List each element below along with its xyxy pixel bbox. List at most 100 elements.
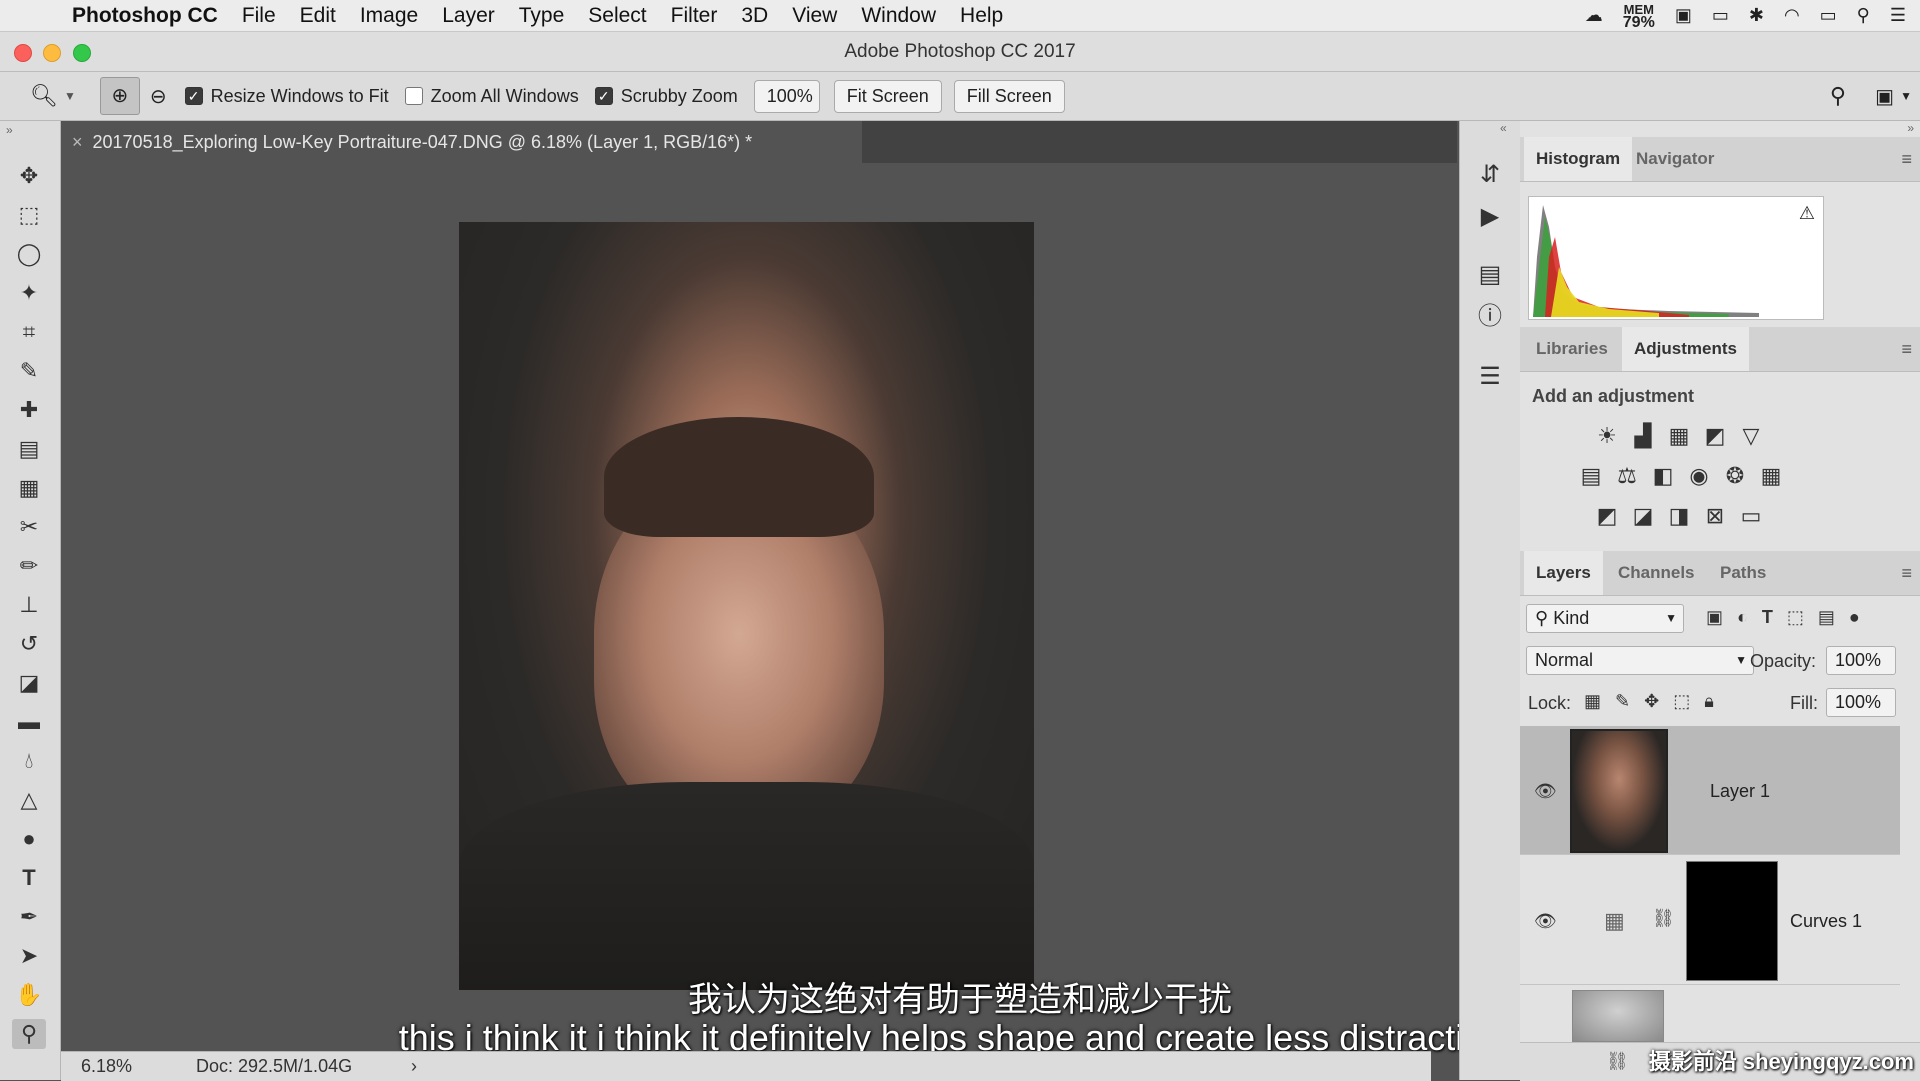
zoom-level-field[interactable]: 6.18% — [81, 1056, 132, 1077]
resize-windows-checkbox[interactable]: ✓ — [184, 87, 203, 105]
menu-3d[interactable]: 3D — [741, 4, 768, 28]
histogram-panel-menu-icon[interactable]: ≡ — [1901, 149, 1912, 170]
bluetooth-icon[interactable]: ✱ — [1749, 5, 1764, 26]
blur-tool-icon[interactable]: 💧︎ — [12, 746, 46, 776]
portrait-photo[interactable] — [459, 222, 1034, 990]
properties-panel-icon[interactable]: ▤ — [1474, 259, 1506, 291]
brightness-contrast-icon[interactable]: ☀ — [1594, 423, 1620, 449]
magic-wand-tool-icon[interactable]: ✦ — [12, 278, 46, 308]
layer-row-layer1[interactable]: 👁︎ Layer 1 — [1520, 726, 1900, 855]
layer-mask-thumbnail[interactable] — [1686, 861, 1778, 981]
document-tab[interactable]: × 20170518_Exploring Low-Key Portraiture… — [62, 121, 862, 163]
lock-artboard-icon[interactable]: ⬚ — [1673, 691, 1690, 712]
lasso-tool-icon[interactable]: ◯ — [12, 239, 46, 269]
close-document-icon[interactable]: × — [72, 132, 83, 153]
frame-tool-icon[interactable]: ▦ — [12, 473, 46, 503]
tab-channels[interactable]: Channels — [1606, 551, 1707, 595]
menu-layer[interactable]: Layer — [442, 4, 495, 28]
selective-color-icon[interactable]: ⊠ — [1702, 503, 1728, 529]
threshold-icon[interactable]: ◨ — [1666, 503, 1692, 529]
lock-transparent-icon[interactable]: ▦ — [1584, 691, 1601, 712]
document-size-info[interactable]: Doc: 292.5M/1.04G — [196, 1056, 352, 1077]
menu-app-name[interactable]: Photoshop CC — [72, 4, 218, 28]
layers-panel-menu-icon[interactable]: ≡ — [1901, 563, 1912, 584]
gradient-tool-icon[interactable]: ▬ — [12, 707, 46, 737]
zoom-all-windows-checkbox[interactable] — [404, 87, 423, 105]
menu-filter[interactable]: Filter — [671, 4, 718, 28]
disk-icon[interactable]: ▣ — [1675, 5, 1692, 26]
dodge-tool-icon[interactable]: ● — [12, 824, 46, 854]
layer-row-curves1[interactable]: 👁︎ ▦ ⛓ Curves 1 — [1520, 856, 1900, 985]
fit-screen-button[interactable]: Fit Screen — [833, 79, 942, 113]
fill-screen-button[interactable]: Fill Screen — [953, 79, 1065, 113]
path-selection-tool-icon[interactable]: ➤ — [12, 941, 46, 971]
move-tool-icon[interactable]: ✥ — [12, 161, 46, 191]
tab-paths[interactable]: Paths — [1708, 551, 1778, 595]
dock-collapse-icon[interactable]: « — [1500, 121, 1507, 135]
workspace-chevron-icon[interactable]: ▼ — [1900, 89, 1912, 103]
link-layers-icon[interactable]: ⛓ — [1606, 1051, 1629, 1072]
history-brush-tool-icon[interactable]: ↺ — [12, 629, 46, 659]
gradient-map-icon[interactable]: ▭ — [1738, 503, 1764, 529]
invert-icon[interactable]: ◩ — [1594, 503, 1620, 529]
filter-shape-icon[interactable]: ⬚ — [1787, 607, 1804, 628]
eraser-tool-icon[interactable]: ◪ — [12, 668, 46, 698]
eyedropper-tool-icon[interactable]: ✎ — [12, 356, 46, 386]
exposure-icon[interactable]: ◩ — [1702, 423, 1728, 449]
tab-adjustments[interactable]: Adjustments — [1622, 327, 1749, 371]
zoom-tool-preset-icon[interactable]: 🔍︎ — [30, 83, 58, 109]
adjustments-panel-menu-icon[interactable]: ≡ — [1901, 339, 1912, 360]
search-icon[interactable]: ⚲ — [1830, 83, 1846, 109]
menu-help[interactable]: Help — [960, 4, 1003, 28]
panels-collapse-icon[interactable]: » — [1907, 121, 1914, 135]
tab-libraries[interactable]: Libraries — [1524, 327, 1620, 371]
layer-name[interactable]: Layer 1 — [1710, 781, 1770, 802]
blend-mode-select[interactable]: Normal ▼ — [1526, 646, 1754, 675]
filter-toggle-icon[interactable]: ● — [1849, 607, 1860, 628]
tab-histogram[interactable]: Histogram — [1524, 137, 1633, 181]
lock-image-icon[interactable]: ✎ — [1615, 691, 1630, 712]
color-lookup-icon[interactable]: ▦ — [1758, 463, 1784, 489]
wifi-icon[interactable]: ◠ — [1784, 5, 1800, 26]
zoom-percent-button[interactable]: 100% — [753, 79, 820, 113]
history-panel-icon[interactable]: ⇵ — [1474, 159, 1506, 191]
warning-icon[interactable]: ⚠ — [1799, 203, 1815, 224]
menu-edit[interactable]: Edit — [300, 4, 336, 28]
opacity-field[interactable]: 100% — [1826, 646, 1896, 675]
tab-navigator[interactable]: Navigator — [1624, 137, 1726, 181]
info-icon[interactable]: ⓘ — [1474, 301, 1506, 333]
levels-icon[interactable]: ▟ — [1630, 423, 1656, 449]
filter-type-icon[interactable]: T — [1762, 607, 1773, 628]
channel-mixer-icon[interactable]: ❂ — [1722, 463, 1748, 489]
menu-file[interactable]: File — [242, 4, 276, 28]
link-icon[interactable]: ⛓ — [1652, 908, 1675, 929]
pen-tool-icon[interactable]: ✒ — [12, 902, 46, 932]
menu-window[interactable]: Window — [861, 4, 936, 28]
fill-field[interactable]: 100% — [1826, 688, 1896, 717]
brush-presets-icon[interactable]: ☰ — [1474, 361, 1506, 393]
memory-indicator[interactable]: MEM 79% — [1623, 3, 1655, 31]
spot-healing-tool-icon[interactable]: ✚ — [12, 395, 46, 425]
chevron-down-icon[interactable]: ▼ — [64, 89, 76, 103]
crop-tool-icon[interactable]: ⌗ — [12, 317, 46, 347]
brush-tool-icon[interactable]: ✏ — [12, 551, 46, 581]
curves-icon[interactable]: ▦ — [1666, 423, 1692, 449]
visibility-eye-icon[interactable]: 👁︎ — [1534, 911, 1557, 932]
notification-icon[interactable]: ☰ — [1890, 5, 1906, 26]
photo-filter-icon[interactable]: ◉ — [1686, 463, 1712, 489]
collapse-icon[interactable]: » — [6, 123, 13, 137]
menu-image[interactable]: Image — [360, 4, 418, 28]
black-white-icon[interactable]: ◧ — [1650, 463, 1676, 489]
workspace-icon[interactable]: ▣ — [1875, 84, 1894, 109]
menu-select[interactable]: Select — [588, 4, 646, 28]
actions-play-icon[interactable]: ▶ — [1474, 201, 1506, 233]
menu-view[interactable]: View — [792, 4, 837, 28]
lock-all-icon[interactable]: 🔒︎ — [1704, 691, 1714, 712]
bandage-tool-icon[interactable]: ▤ — [12, 434, 46, 464]
color-balance-icon[interactable]: ⚖ — [1614, 463, 1640, 489]
zoom-out-icon[interactable]: ⊖ — [150, 84, 167, 109]
spotlight-icon[interactable]: ⚲ — [1857, 5, 1870, 26]
filter-pixel-icon[interactable]: ▣ — [1706, 607, 1723, 628]
sharpen-tool-icon[interactable]: △ — [12, 785, 46, 815]
battery-icon[interactable]: ▭ — [1820, 5, 1837, 26]
